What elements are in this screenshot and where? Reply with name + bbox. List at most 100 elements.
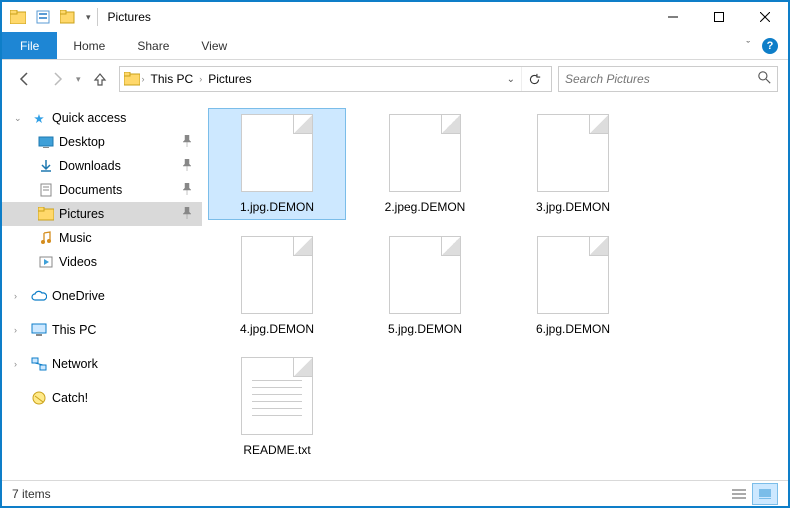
- sidebar-item-label: Network: [52, 357, 98, 371]
- file-name-label: 6.jpg.DEMON: [536, 322, 610, 338]
- sidebar-this-pc[interactable]: › This PC: [2, 318, 202, 342]
- help-icon[interactable]: ?: [762, 38, 778, 54]
- sidebar-network[interactable]: › Network: [2, 352, 202, 376]
- qat-chevron-icon[interactable]: ▾: [86, 12, 91, 23]
- window-title: Pictures: [108, 10, 151, 24]
- file-name-label: README.txt: [243, 443, 310, 459]
- item-count-label: 7 items: [12, 487, 51, 501]
- file-thumb-icon: [241, 236, 313, 314]
- quick-access-toolbar: ▾: [7, 6, 91, 28]
- pin-icon: [182, 159, 192, 174]
- ribbon-collapse-icon[interactable]: ˇ: [746, 40, 750, 52]
- file-tab[interactable]: File: [2, 32, 57, 59]
- sidebar-item-music[interactable]: Music: [2, 226, 202, 250]
- close-button[interactable]: [742, 2, 788, 32]
- file-name-label: 3.jpg.DEMON: [536, 200, 610, 216]
- file-thumb-icon: [389, 236, 461, 314]
- file-item[interactable]: 5.jpg.DEMON: [356, 230, 494, 342]
- sidebar-item-desktop[interactable]: Desktop: [2, 130, 202, 154]
- cloud-icon: [31, 288, 47, 304]
- tab-view[interactable]: View: [185, 32, 243, 59]
- status-bar: 7 items: [2, 480, 788, 506]
- title-bar: ▾ Pictures: [2, 2, 788, 32]
- star-icon: ★: [31, 110, 47, 126]
- new-folder-icon[interactable]: [57, 6, 79, 28]
- music-icon: [38, 230, 54, 246]
- tab-share[interactable]: Share: [121, 32, 185, 59]
- content-area: ⌄ ★ Quick access Desktop Downloads Documen…: [2, 98, 788, 480]
- file-thumb-icon: [537, 114, 609, 192]
- desktop-icon: [38, 134, 54, 150]
- sidebar-quick-access[interactable]: ⌄ ★ Quick access: [2, 106, 202, 130]
- details-view-button[interactable]: [726, 483, 752, 505]
- file-grid[interactable]: 1.jpg.DEMON 2.jpeg.DEMON 3.jpg.DEMON 4.jpg.…: [202, 98, 788, 480]
- file-item[interactable]: README.txt: [208, 351, 346, 463]
- navigation-pane[interactable]: ⌄ ★ Quick access Desktop Downloads Documen…: [2, 98, 202, 480]
- expander-icon[interactable]: ›: [14, 359, 26, 369]
- maximize-button[interactable]: [696, 2, 742, 32]
- network-icon: [31, 356, 47, 372]
- documents-icon: [38, 182, 54, 198]
- recent-locations-icon[interactable]: ▾: [76, 74, 81, 85]
- sidebar-item-pictures[interactable]: Pictures: [2, 202, 202, 226]
- chevron-right-icon[interactable]: ›: [197, 74, 204, 84]
- search-input[interactable]: [565, 72, 758, 86]
- sidebar-item-label: Music: [59, 231, 92, 245]
- folder-icon: [124, 71, 140, 87]
- tab-home[interactable]: Home: [57, 32, 121, 59]
- file-name-label: 2.jpeg.DEMON: [385, 200, 466, 216]
- address-bar[interactable]: › This PC › Pictures ⌄: [119, 66, 552, 92]
- ribbon-tabs: File Home Share View ˇ ?: [2, 32, 788, 60]
- expander-icon[interactable]: ›: [14, 325, 26, 335]
- pin-icon: [182, 135, 192, 150]
- sidebar-catch[interactable]: Catch!: [2, 386, 202, 410]
- file-item[interactable]: 1.jpg.DEMON: [208, 108, 346, 220]
- nav-back-button[interactable]: [12, 66, 38, 92]
- catch-icon: [31, 390, 47, 406]
- expander-icon[interactable]: ›: [14, 291, 26, 301]
- sidebar-item-videos[interactable]: Videos: [2, 250, 202, 274]
- pin-icon: [182, 183, 192, 198]
- address-dropdown-icon[interactable]: ⌄: [501, 74, 521, 85]
- downloads-icon: [38, 158, 54, 174]
- file-thumb-icon: [389, 114, 461, 192]
- chevron-right-icon[interactable]: ›: [140, 74, 147, 84]
- computer-icon: [31, 322, 47, 338]
- sidebar-onedrive[interactable]: › OneDrive: [2, 284, 202, 308]
- large-icons-view-button[interactable]: [752, 483, 778, 505]
- file-thumb-icon: [241, 114, 313, 192]
- search-box[interactable]: [558, 66, 778, 92]
- nav-up-button[interactable]: [87, 66, 113, 92]
- file-name-label: 5.jpg.DEMON: [388, 322, 462, 338]
- sidebar-item-label: Documents: [59, 183, 122, 197]
- file-thumb-icon: [537, 236, 609, 314]
- sidebar-item-documents[interactable]: Documents: [2, 178, 202, 202]
- address-row: ▾ › This PC › Pictures ⌄: [2, 60, 788, 98]
- file-item[interactable]: 3.jpg.DEMON: [504, 108, 642, 220]
- file-item[interactable]: 2.jpeg.DEMON: [356, 108, 494, 220]
- sidebar-item-label: Downloads: [59, 159, 121, 173]
- sidebar-item-label: Videos: [59, 255, 97, 269]
- sidebar-item-label: Desktop: [59, 135, 105, 149]
- search-icon[interactable]: [758, 71, 771, 87]
- sidebar-item-downloads[interactable]: Downloads: [2, 154, 202, 178]
- explorer-icon: [7, 6, 29, 28]
- pin-icon: [182, 207, 192, 222]
- file-item[interactable]: 6.jpg.DEMON: [504, 230, 642, 342]
- minimize-button[interactable]: [650, 2, 696, 32]
- pictures-icon: [38, 206, 54, 222]
- properties-icon[interactable]: [32, 6, 54, 28]
- sidebar-item-label: OneDrive: [52, 289, 105, 303]
- file-item[interactable]: 4.jpg.DEMON: [208, 230, 346, 342]
- file-thumb-icon: [241, 357, 313, 435]
- titlebar-separator: [97, 8, 98, 26]
- nav-forward-button[interactable]: [44, 66, 70, 92]
- file-name-label: 4.jpg.DEMON: [240, 322, 314, 338]
- breadcrumb-this-pc[interactable]: This PC: [147, 72, 198, 86]
- breadcrumb-pictures[interactable]: Pictures: [204, 72, 255, 86]
- refresh-icon[interactable]: [521, 67, 547, 91]
- sidebar-item-label: This PC: [52, 323, 96, 337]
- videos-icon: [38, 254, 54, 270]
- expander-icon[interactable]: ⌄: [14, 113, 26, 124]
- sidebar-item-label: Catch!: [52, 391, 88, 405]
